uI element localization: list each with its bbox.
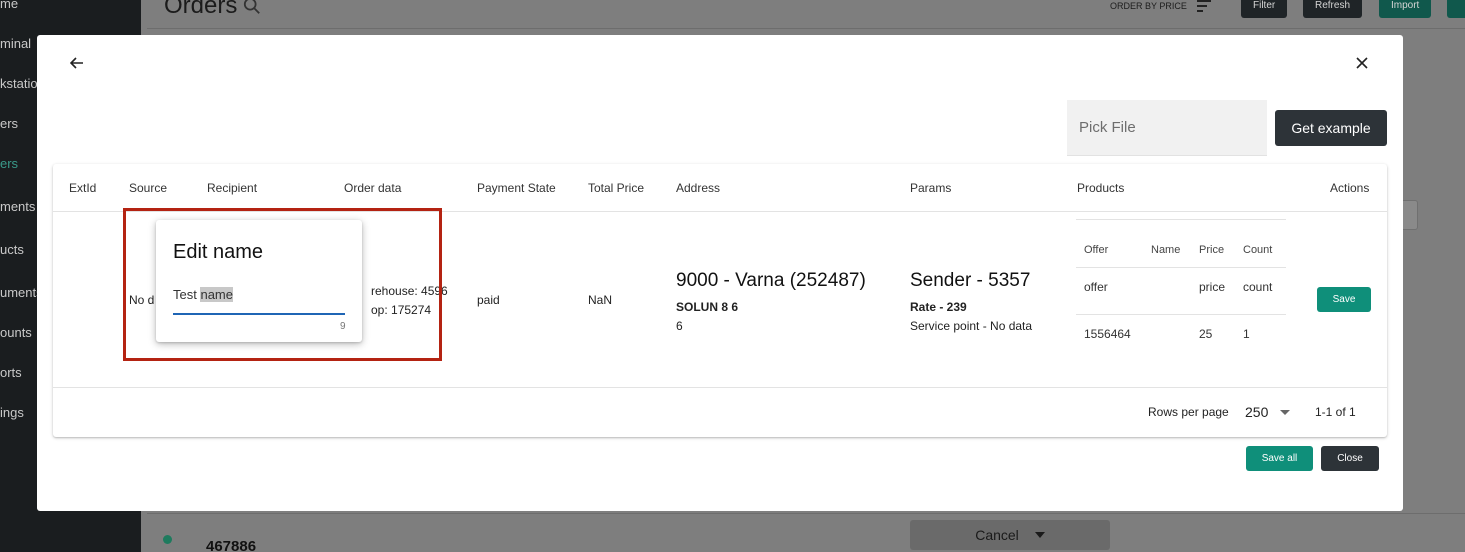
rows-per-page-value: 250 [1245, 404, 1269, 420]
cancel-label: Cancel [975, 527, 1019, 543]
divider [147, 513, 1465, 514]
rows-per-page-select[interactable]: 250 [1245, 404, 1291, 420]
caret-down-icon [1034, 532, 1045, 538]
products-divider [1076, 219, 1286, 220]
product-price-cell: 25 [1199, 327, 1213, 341]
get-example-button[interactable]: Get example [1275, 110, 1387, 146]
sidebar-item[interactable]: orts [0, 365, 22, 380]
products-header-name: Name [1151, 244, 1181, 256]
column-header-actions: Actions [1330, 181, 1370, 195]
page-title-text: Orders [164, 0, 238, 19]
products-header-price: Price [1199, 244, 1225, 256]
params-rate: Rate - 239 [910, 300, 967, 314]
page-title: Orders [164, 0, 261, 20]
sidebar-item-active[interactable]: ers [0, 156, 18, 171]
column-header-address[interactable]: Address [676, 181, 720, 195]
sidebar-item[interactable]: ments [0, 199, 35, 214]
filter-button[interactable]: Filter [1241, 0, 1288, 18]
more-button[interactable] [1447, 0, 1465, 18]
column-header-products[interactable]: Products [1077, 181, 1124, 195]
close-icon[interactable] [1350, 51, 1374, 75]
back-arrow-icon[interactable] [65, 51, 89, 75]
cancel-dropdown[interactable]: Cancel [910, 520, 1110, 550]
caret-down-icon [1280, 409, 1291, 415]
search-icon[interactable] [243, 0, 261, 15]
divider [147, 28, 1465, 29]
name-input[interactable]: Test name [173, 287, 345, 315]
sidebar-item[interactable]: minal [0, 36, 31, 51]
column-header-recipient[interactable]: Recipient [207, 181, 257, 195]
column-header-payment-state[interactable]: Payment State [477, 181, 556, 195]
sidebar-item[interactable]: ings [0, 405, 24, 420]
payment-state-cell: paid [477, 293, 500, 307]
save-button[interactable]: Save [1317, 287, 1371, 312]
import-button[interactable]: Import [1379, 0, 1432, 18]
sidebar-item[interactable]: ucts [0, 242, 24, 257]
column-header-order-data[interactable]: Order data [344, 181, 401, 195]
column-header-extid[interactable]: ExtId [69, 181, 96, 195]
products-divider [1076, 267, 1286, 268]
column-header-source[interactable]: Source [129, 181, 167, 195]
character-counter: 9 [340, 321, 346, 332]
product-price-cell[interactable]: price [1199, 280, 1225, 294]
edit-name-popup: Edit name Test name 9 [156, 220, 362, 342]
products-header-count: Count [1243, 244, 1273, 256]
close-button[interactable]: Close [1321, 446, 1379, 471]
pagination-range: 1-1 of 1 [1315, 405, 1356, 419]
product-count-cell[interactable]: count [1243, 280, 1272, 294]
params-title: Sender - 5357 [910, 270, 1031, 291]
sort-icon [1196, 0, 1211, 12]
status-dot [163, 535, 172, 544]
product-count-cell: 1 [1243, 327, 1250, 341]
params-service-point: Service point - No data [910, 319, 1033, 333]
name-input-prefix: Test [173, 287, 201, 302]
sidebar-item[interactable]: ers [0, 116, 18, 131]
products-divider [1076, 314, 1286, 315]
sidebar-item[interactable]: me [0, 0, 18, 11]
name-input-selection: name [200, 287, 233, 302]
sidebar-item[interactable]: ounts [0, 325, 32, 340]
products-header-offer: Offer [1084, 244, 1109, 256]
address-extra: 6 [676, 319, 683, 333]
save-all-button[interactable]: Save all [1246, 446, 1313, 471]
order-by-control[interactable]: ORDER BY PRICE [1110, 0, 1211, 12]
popup-title: Edit name [173, 241, 264, 263]
rows-per-page-label: Rows per page [1148, 405, 1229, 419]
sidebar-item[interactable]: kstatio [0, 76, 38, 91]
order-id: 467886 [206, 538, 257, 552]
address-title: 9000 - Varna (252487) [676, 270, 866, 291]
refresh-button[interactable]: Refresh [1303, 0, 1363, 18]
footer-divider [53, 387, 1387, 388]
product-offer-cell: 1556464 [1084, 327, 1131, 341]
column-header-total-price[interactable]: Total Price [588, 181, 644, 195]
total-price-cell: NaN [588, 293, 613, 307]
column-header-params[interactable]: Params [910, 181, 951, 195]
address-street: SOLUN 8 6 [676, 300, 739, 314]
product-offer-cell[interactable]: offer [1084, 280, 1108, 294]
order-by-label: ORDER BY PRICE [1110, 1, 1187, 11]
pick-file-input[interactable]: Pick File [1067, 100, 1267, 156]
